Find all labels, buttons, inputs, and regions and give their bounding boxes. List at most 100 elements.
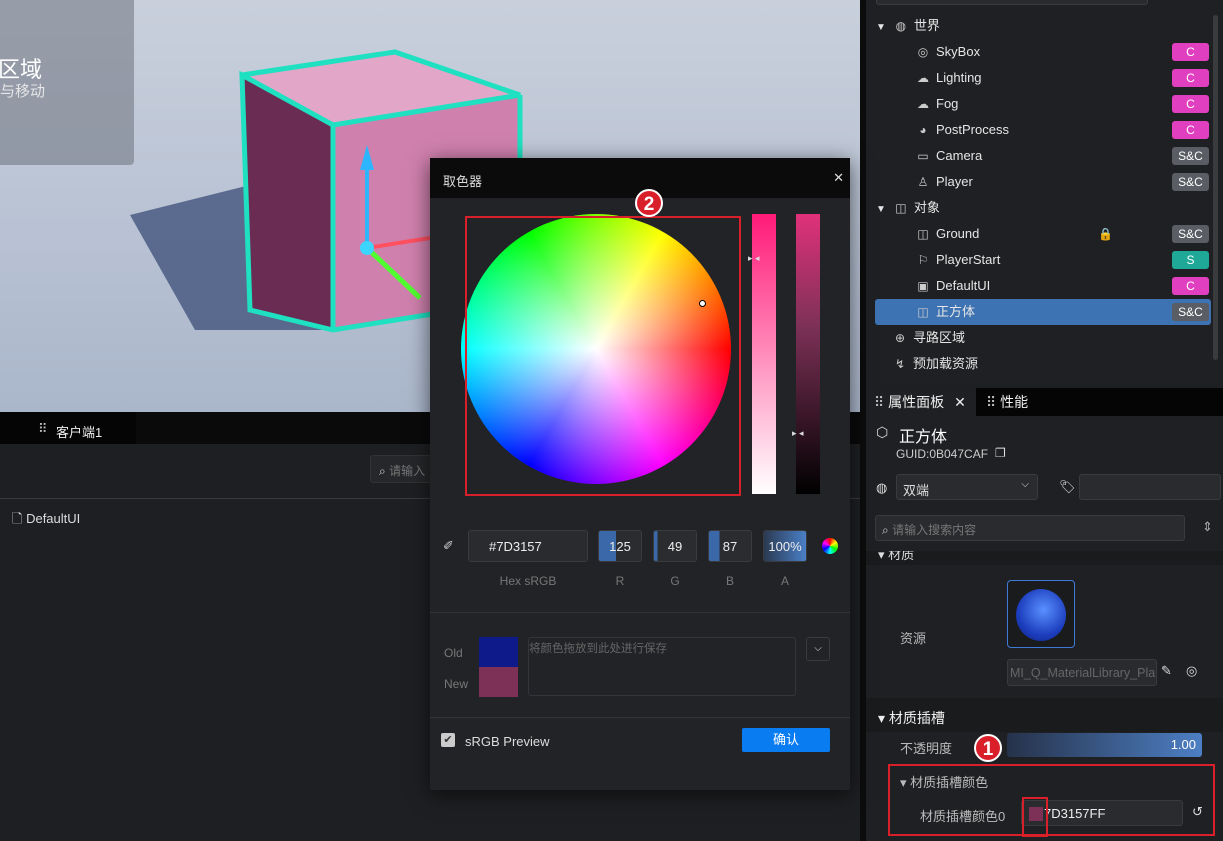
tree-item-label: 正方体 (936, 304, 976, 319)
tree-item[interactable]: ☁ Lighting C (866, 65, 1211, 91)
edit-icon[interactable]: ✎ (1161, 663, 1172, 679)
tree-item[interactable]: ⊕ 寻路区域 (866, 325, 1211, 351)
hint-panel: 区域 与移动 (0, 0, 134, 165)
divider (430, 717, 850, 718)
badge: C (1172, 121, 1209, 139)
tree-item-label: 寻路区域 (913, 330, 966, 345)
chevron-down-icon: ⌵ (1021, 479, 1029, 490)
tree-item-label: 对象 (913, 200, 940, 215)
color-wheel-icon[interactable] (822, 538, 838, 554)
a-label: A (780, 574, 789, 588)
highlight-box-2 (465, 216, 741, 496)
slider-handle[interactable]: ▸ ◂ (748, 253, 760, 264)
badge: C (1172, 69, 1209, 87)
eyedropper-icon[interactable]: ✐ (443, 538, 454, 554)
ui-icon: ▣ (917, 279, 929, 293)
expand-arrow-icon[interactable]: ▼ (876, 22, 886, 33)
palette-icon: ◕ (919, 123, 927, 137)
confirm-button[interactable]: 确认 (742, 728, 830, 752)
tree-item[interactable]: ◎ SkyBox C (866, 39, 1211, 65)
scrollbar[interactable] (1213, 15, 1218, 360)
tab-performance[interactable]: ⠿ 性能 (986, 388, 1028, 416)
old-label: Old (444, 646, 463, 660)
resource-name-field[interactable]: MI_Q_MaterialLibrary_Pla (1007, 659, 1157, 686)
srgb-preview-label: sRGB Preview (465, 734, 550, 749)
tab-properties[interactable]: ⠿ 属性面板 ✕ (866, 388, 976, 416)
property-search-input[interactable]: ⌕ 请输入搜索内容 (875, 515, 1185, 541)
search-placeholder: 请输入 (389, 464, 426, 478)
close-icon[interactable]: ✕ (833, 170, 844, 186)
opacity-label: 不透明度 (900, 741, 953, 756)
section-label: 材质 (888, 551, 915, 562)
opacity-slider[interactable]: 1.00 (1007, 733, 1202, 757)
network-select[interactable]: 双端 ⌵ (896, 474, 1038, 500)
highlight-box-1 (888, 764, 1215, 836)
tab-label: 客户端1 (56, 425, 103, 440)
tree-item[interactable]: ◫ Ground 🔒 S&C (866, 221, 1211, 247)
badge: S (1172, 251, 1209, 269)
tree-item-label: Player (936, 174, 973, 189)
cube-icon: ⬡ (876, 424, 889, 440)
tree-item[interactable]: ↯ 预加载资源 (866, 351, 1211, 377)
guid-text: GUID:0B047CAF (896, 447, 989, 461)
r-input[interactable]: 125 (598, 530, 642, 562)
skybox-icon: ◎ (917, 45, 929, 59)
copy-icon[interactable]: ❐ (995, 446, 1006, 460)
file-label: DefaultUI (26, 511, 81, 526)
divider (430, 612, 850, 613)
a-input[interactable]: 100% (763, 530, 807, 562)
tab-client1[interactable]: ⠿ 客户端1 (0, 412, 136, 444)
cloud-icon: ☁ (917, 71, 929, 85)
chevron-down-icon[interactable]: ⌵ (806, 637, 830, 661)
tag-icon: 🏷 (1059, 479, 1076, 494)
g-input[interactable]: 49 (653, 530, 697, 562)
scene-tree: ▼ ◍ 世界 ◎ SkyBox C ☁ Lighting C ☁ Fog C ◕ PostProcess C… (866, 0, 1223, 385)
g-label: G (670, 574, 680, 588)
network-value: 双端 (903, 483, 930, 498)
tree-item[interactable]: ▼ ◍ 世界 (866, 13, 1211, 39)
tree-item[interactable]: ▭ Camera S&C (866, 143, 1211, 169)
section-material[interactable]: ▾ 材质 (866, 551, 1223, 565)
object-name: 正方体 (899, 429, 948, 446)
r-label: R (615, 574, 625, 588)
tree-item[interactable]: ♙ Player S&C (866, 169, 1211, 195)
tree-search-input[interactable] (876, 0, 1148, 5)
property-tabbar: ⠿ 属性面板 ✕ ⠿ 性能 (866, 388, 1223, 416)
tree-item-label: SkyBox (936, 44, 981, 59)
section-material-slot[interactable]: ▾ 材质插槽 (866, 698, 1223, 732)
tree-item[interactable]: ▼ ◫ 对象 (866, 195, 1211, 221)
fog-icon: ☁ (917, 97, 929, 111)
globe-icon: ◍ (895, 19, 907, 33)
saved-colors-area[interactable]: 将颜色拖放到此处进行保存 (528, 637, 796, 696)
search-placeholder: 请输入搜索内容 (892, 523, 977, 537)
section-label: 材质插槽 (888, 710, 945, 726)
tree-item[interactable]: ◫ 正方体 S&C (875, 299, 1211, 325)
tag-input[interactable] (1079, 474, 1221, 500)
new-label: New (444, 677, 469, 691)
srgb-preview-checkbox[interactable]: ✔ (441, 733, 455, 747)
close-icon[interactable]: ✕ (954, 394, 966, 410)
search-icon: ⌕ (882, 523, 889, 537)
hex-input[interactable]: #7D3157 (468, 530, 588, 562)
tree-item[interactable]: ▣ DefaultUI C (866, 273, 1211, 299)
cube-icon: ◫ (917, 305, 929, 319)
tree-item[interactable]: ◕ PostProcess C (866, 117, 1211, 143)
material-thumbnail[interactable] (1007, 580, 1075, 648)
b-label: B (725, 574, 734, 588)
tree-item[interactable]: ☁ Fog C (866, 91, 1211, 117)
navmesh-icon: ⊕ (894, 331, 906, 345)
locate-icon[interactable]: ◎ (1186, 663, 1197, 679)
file-icon: 🗋 (12, 511, 27, 526)
collapse-all-icon[interactable]: ⇕ (1202, 519, 1213, 535)
expand-arrow-icon[interactable]: ▼ (876, 204, 886, 215)
highlight-box-swatch (1022, 797, 1048, 837)
file-item[interactable]: 🗋 DefaultUI (12, 510, 80, 532)
b-input[interactable]: 87 (708, 530, 752, 562)
globe-icon: ◍ (876, 480, 888, 495)
slider-handle[interactable]: ▸ ◂ (792, 428, 804, 439)
tab-label: 属性面板 (888, 394, 945, 410)
lock-icon[interactable]: 🔒 (1098, 221, 1113, 247)
tree-item[interactable]: ⚐ PlayerStart S (866, 247, 1211, 273)
value-slider[interactable] (796, 214, 820, 494)
drag-handle-icon[interactable]: ⠿ (38, 421, 48, 437)
